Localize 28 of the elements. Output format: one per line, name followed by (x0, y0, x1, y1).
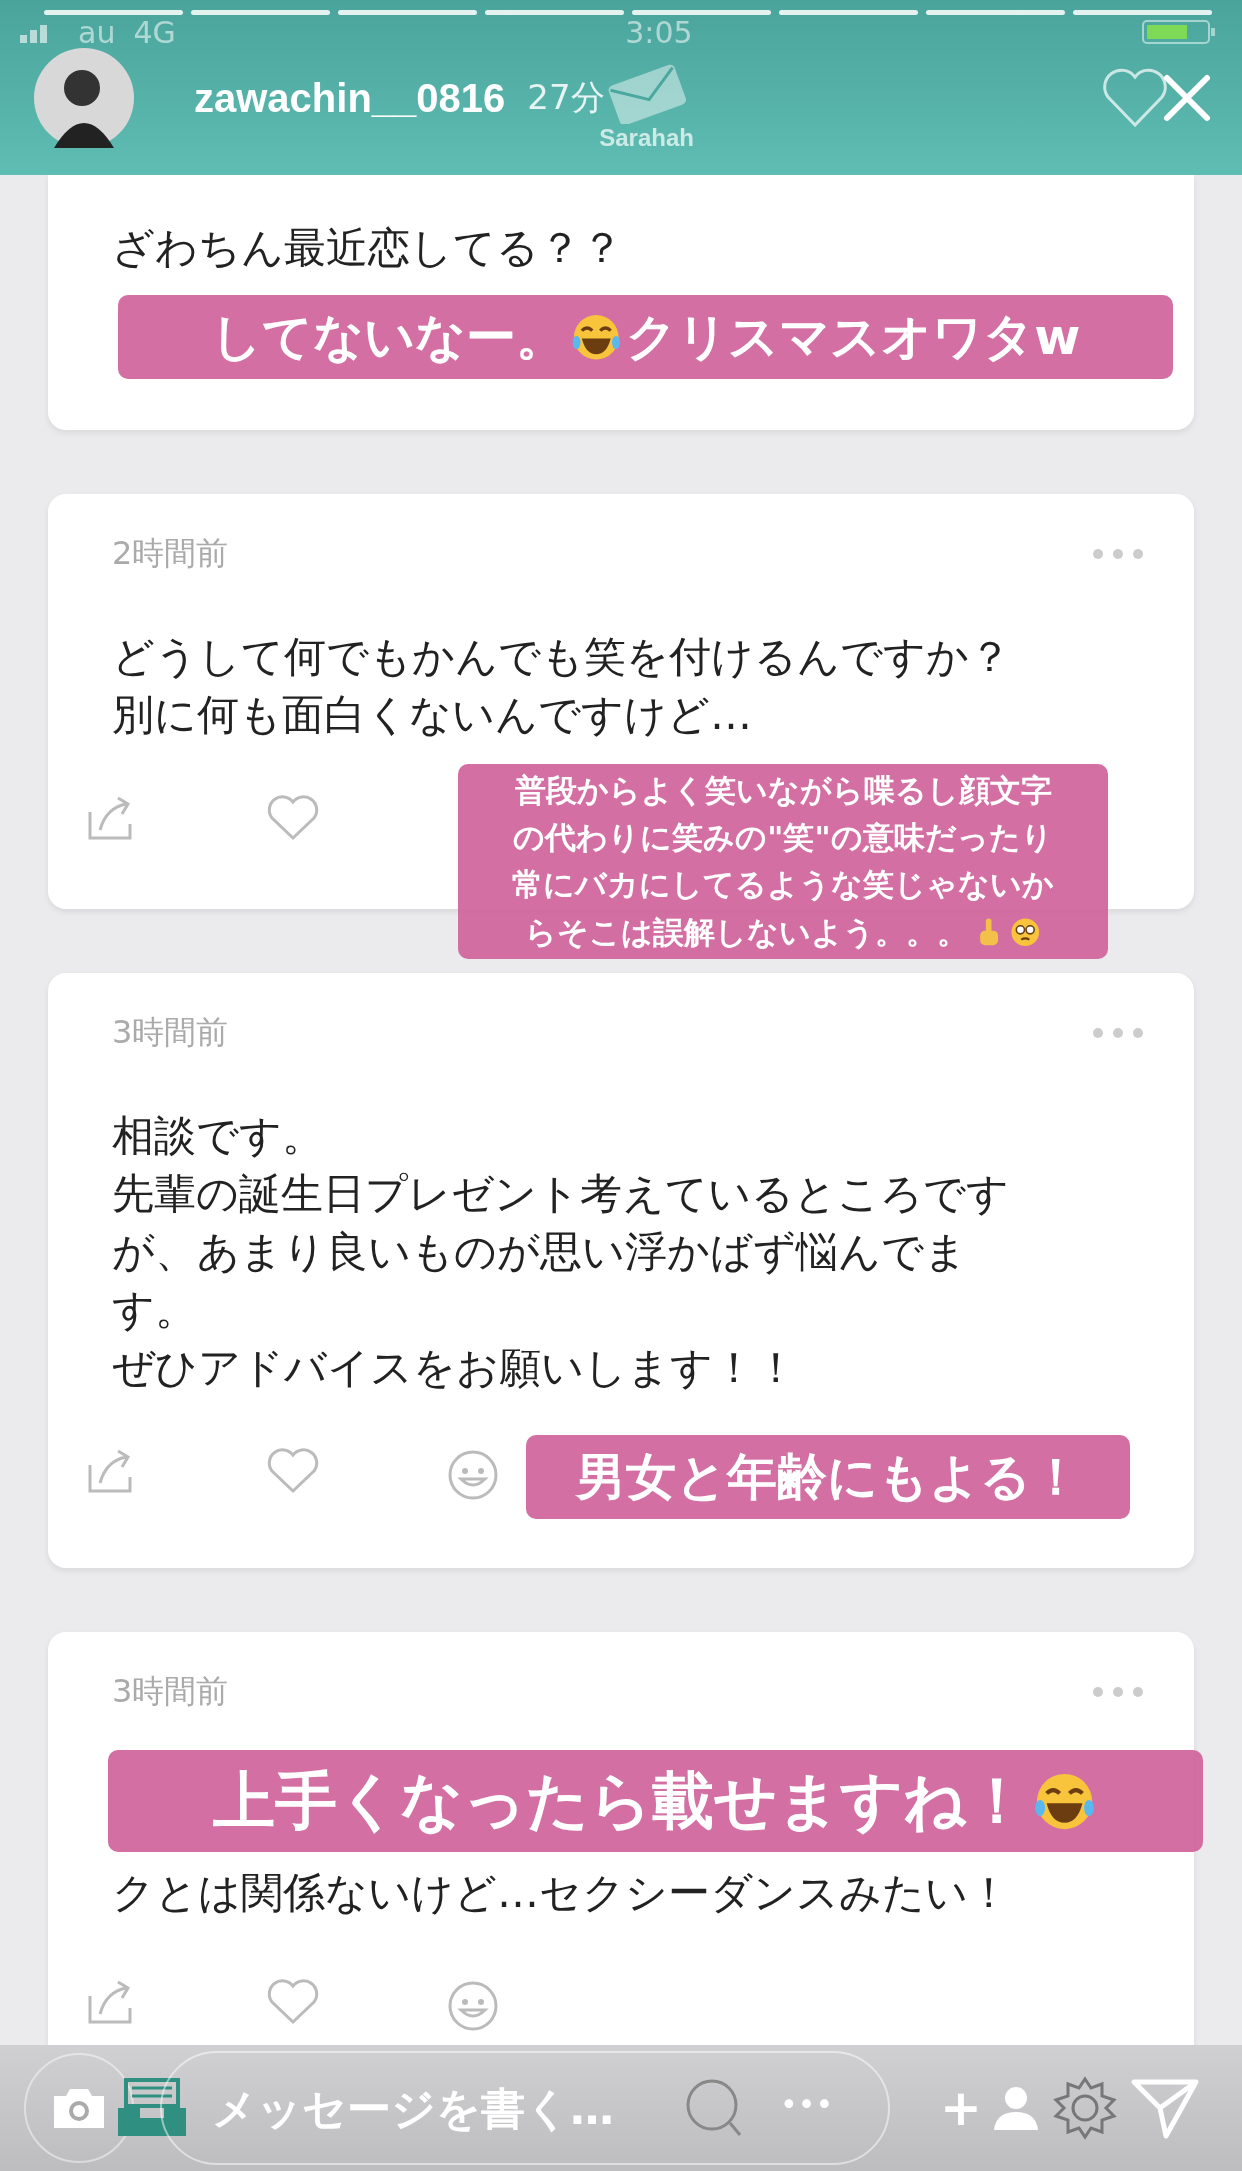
message-text: 別に何も面白くないんですけど… (112, 690, 752, 739)
message-text: 先輩の誕生日プレゼント考えているところです (112, 1169, 1009, 1218)
sticker-text: 常にバカにしてるような笑じゃないか (512, 866, 1054, 904)
message-time: 3時間前 (112, 1012, 229, 1053)
sticker-text: 上手くなったら載せますね！ (213, 1764, 1029, 1839)
sticker-text: らそこは誤解しないよう。。。 (524, 913, 968, 951)
message-text: が、あまり良いものが思い浮かばず悩んでま (112, 1227, 967, 1276)
network-type: 4G (133, 14, 176, 50)
message-text: す。 (112, 1285, 197, 1334)
sticker-text: 男女と年齢にもよる！ (575, 1447, 1081, 1507)
message-time: 3時間前 (112, 1671, 229, 1712)
plus-sign[interactable]: + (940, 2079, 982, 2137)
message-time: 2時間前 (112, 533, 229, 574)
message-text: 相談です。 (112, 1111, 324, 1160)
sticker-text: クリスマスオワタw (626, 307, 1081, 367)
sticker-text: 普段からよく笑いながら喋るし顔文字 (514, 772, 1052, 810)
carrier-name: au (78, 14, 116, 50)
post-age: 27分 (527, 76, 605, 119)
app-name: Sarahah (599, 124, 694, 152)
username[interactable]: zawachin__0816 (194, 75, 506, 121)
message-text: ざわちん最近恋してる？？ (112, 223, 623, 272)
sticker-text: の代わりに笑みの"笑"の意味だったり (513, 819, 1053, 857)
message-text: ぜひアドバイスをお願いします！！ (112, 1343, 797, 1392)
sticker-text: してないなー。 (210, 307, 566, 367)
status-time: 3:05 (625, 14, 693, 50)
more-text: ••• (780, 2087, 834, 2122)
message-text: どうして何でもかんでも笑を付けるんですか？ (112, 632, 1011, 681)
message-text: クとは関係ないけど…セクシーダンスみたい！ (112, 1868, 1010, 1917)
